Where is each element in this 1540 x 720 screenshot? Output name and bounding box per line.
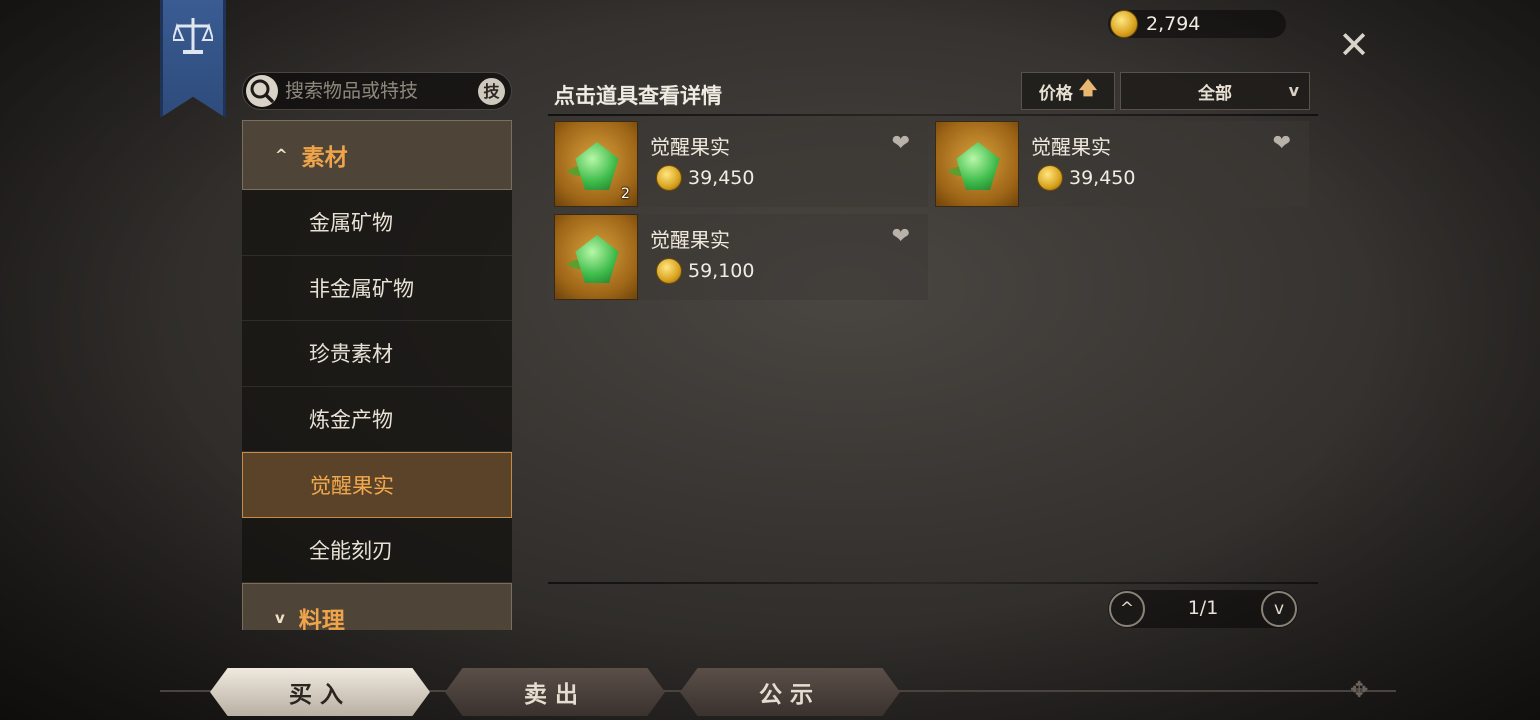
divider: [548, 582, 1318, 584]
price-value: 39,450: [688, 167, 755, 189]
filter-label: 全部: [1198, 83, 1232, 104]
sort-ascending-icon: 🡅: [1078, 78, 1098, 99]
sort-label: 价格: [1038, 83, 1073, 104]
item-thumbnail: [935, 121, 1019, 207]
category-group-cooking[interactable]: v 料理: [242, 583, 512, 630]
item-name: 觉醒果实: [1031, 135, 1111, 159]
listing-card[interactable]: 2 觉醒果实 39,450 ❤: [554, 121, 928, 207]
item-name: 觉醒果实: [650, 135, 730, 159]
category-item-precious-materials[interactable]: 珍贵素材: [242, 321, 512, 387]
item-price: 39,450: [650, 165, 754, 191]
detail-hint: 点击道具查看详情: [554, 84, 722, 108]
skill-search-button[interactable]: 技: [478, 78, 505, 105]
chevron-down-icon: v: [1288, 81, 1299, 100]
search-bar: 技: [242, 72, 512, 110]
tab-label: 卖出: [524, 682, 586, 708]
tab-buy[interactable]: 买入: [210, 668, 430, 716]
chevron-down-icon: v: [275, 609, 285, 627]
category-item-label: 觉醒果实: [310, 473, 394, 498]
item-thumbnail: 2: [554, 121, 638, 207]
gold-coin-icon: [1110, 10, 1138, 38]
category-item-label: 炼金产物: [309, 407, 393, 432]
category-list: ^ 素材 金属矿物 非金属矿物 珍贵素材 炼金产物 觉醒果实 全能刻刃 v 料理: [242, 120, 512, 630]
tab-sell[interactable]: 卖出: [445, 668, 665, 716]
divider: [548, 114, 1318, 116]
tab-announce[interactable]: 公示: [680, 668, 900, 716]
category-item-universal-blade[interactable]: 全能刻刃: [242, 517, 512, 583]
awakening-fruit-icon: [575, 235, 619, 283]
category-item-label: 全能刻刃: [309, 538, 393, 563]
filter-dropdown[interactable]: 全部 v: [1120, 72, 1310, 110]
category-item-label: 非金属矿物: [309, 276, 414, 301]
gold-coin-icon: [1037, 165, 1063, 191]
close-button[interactable]: ✕: [1336, 26, 1372, 64]
category-group-materials[interactable]: ^ 素材: [242, 120, 512, 190]
chevron-up-icon: ^: [275, 146, 288, 164]
favorite-heart-icon[interactable]: ❤: [892, 224, 910, 249]
category-group-label: 料理: [298, 608, 345, 630]
tab-label: 公示: [759, 682, 821, 708]
page-down-button[interactable]: v: [1261, 591, 1297, 627]
scales-icon: [173, 18, 213, 54]
category-item-nonmetal-ore[interactable]: 非金属矿物: [242, 255, 512, 321]
gold-amount: 2,794: [1146, 13, 1201, 35]
listing-card[interactable]: 觉醒果实 39,450 ❤: [935, 121, 1309, 207]
gold-coin-icon: [656, 258, 682, 284]
search-icon: [246, 75, 278, 107]
category-item-awakening-fruit[interactable]: 觉醒果实: [242, 452, 512, 518]
search-input[interactable]: [285, 80, 465, 102]
awakening-fruit-icon: [575, 142, 619, 190]
pagination: ^ 1/1 v: [1108, 590, 1298, 628]
sort-price-button[interactable]: 价格 🡅: [1021, 72, 1115, 110]
favorite-heart-icon[interactable]: ❤: [892, 131, 910, 156]
item-price: 39,450: [1031, 165, 1135, 191]
item-quantity: 2: [621, 186, 630, 202]
market-banner: [160, 0, 226, 118]
item-price: 59,100: [650, 258, 754, 284]
category-item-alchemy-products[interactable]: 炼金产物: [242, 386, 512, 452]
category-item-label: 金属矿物: [309, 211, 393, 236]
gold-coin-icon: [656, 165, 682, 191]
item-name: 觉醒果实: [650, 228, 730, 252]
category-group-label: 素材: [301, 145, 348, 171]
ornament-icon: ✥: [1350, 678, 1369, 703]
category-item-label: 珍贵素材: [309, 342, 393, 367]
tab-label: 买入: [289, 682, 351, 708]
gold-balance: 2,794: [1108, 10, 1286, 38]
awakening-fruit-icon: [956, 142, 1000, 190]
listing-card[interactable]: 觉醒果实 59,100 ❤: [554, 214, 928, 300]
favorite-heart-icon[interactable]: ❤: [1273, 131, 1291, 156]
category-item-metal-ore[interactable]: 金属矿物: [242, 190, 512, 256]
price-value: 39,450: [1069, 167, 1136, 189]
price-value: 59,100: [688, 260, 755, 282]
item-thumbnail: [554, 214, 638, 300]
